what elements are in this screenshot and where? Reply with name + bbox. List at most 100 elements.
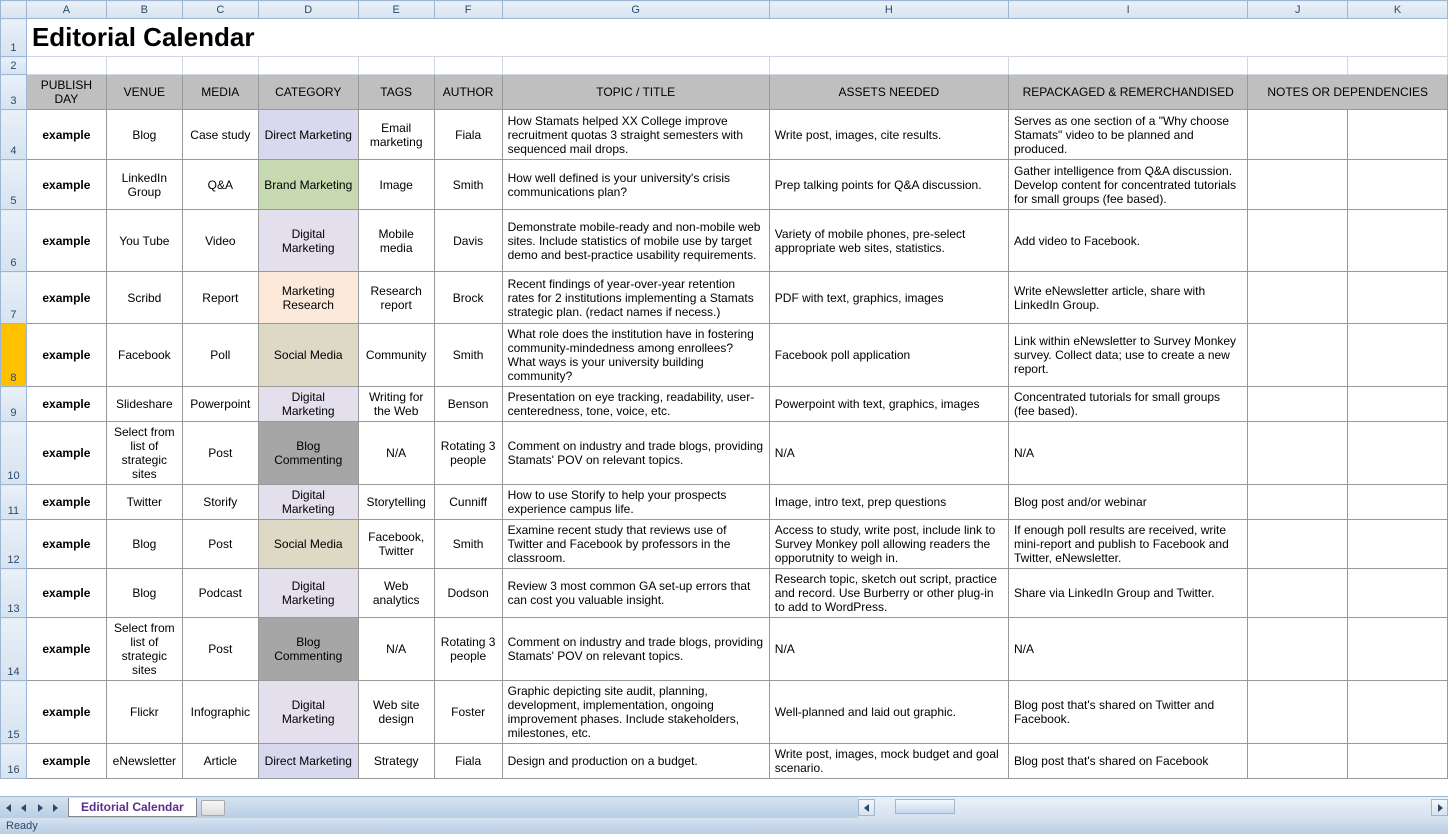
cell-repack-13[interactable]: Share via LinkedIn Group and Twitter. [1008, 569, 1247, 618]
cell-tags-6[interactable]: Mobile media [358, 210, 434, 272]
cell-topic-11[interactable]: How to use Storify to help your prospect… [502, 485, 769, 520]
cell-notes-5[interactable] [1248, 160, 1348, 210]
spreadsheet-grid[interactable]: ABCDEFGHIJK1Editorial Calendar23PUBLISH … [0, 0, 1448, 804]
cell-notes-6[interactable] [1248, 210, 1348, 272]
cell-topic-15[interactable]: Graphic depicting site audit, planning, … [502, 681, 769, 744]
cell-category-15[interactable]: Digital Marketing [258, 681, 358, 744]
cell-assets-15[interactable]: Well-planned and laid out graphic. [769, 681, 1008, 744]
cell-author-8[interactable]: Smith [434, 324, 502, 387]
cell-pub-10[interactable]: example [26, 422, 106, 485]
scroll-right-button[interactable] [1431, 799, 1448, 816]
row-header-3[interactable]: 3 [1, 75, 27, 110]
cell-k-6[interactable] [1348, 210, 1448, 272]
cell-assets-11[interactable]: Image, intro text, prep questions [769, 485, 1008, 520]
cell-category-10[interactable]: Blog Commenting [258, 422, 358, 485]
cell-assets-9[interactable]: Powerpoint with text, graphics, images [769, 387, 1008, 422]
cell-pub-16[interactable]: example [26, 744, 106, 779]
cell-tags-15[interactable]: Web site design [358, 681, 434, 744]
cell-notes-4[interactable] [1248, 110, 1348, 160]
cell-repack-4[interactable]: Serves as one section of a "Why choose S… [1008, 110, 1247, 160]
first-sheet-button[interactable] [0, 800, 16, 816]
cell-notes-16[interactable] [1248, 744, 1348, 779]
cell-topic-14[interactable]: Comment on industry and trade blogs, pro… [502, 618, 769, 681]
cell-author-7[interactable]: Brock [434, 272, 502, 324]
col-header-F[interactable]: F [434, 1, 502, 19]
cell-media-8[interactable]: Poll [182, 324, 258, 387]
cell-assets-7[interactable]: PDF with text, graphics, images [769, 272, 1008, 324]
row-header-7[interactable]: 7 [1, 272, 27, 324]
cell-category-5[interactable]: Brand Marketing [258, 160, 358, 210]
cell-category-11[interactable]: Digital Marketing [258, 485, 358, 520]
cell-media-14[interactable]: Post [182, 618, 258, 681]
cell-pub-15[interactable]: example [26, 681, 106, 744]
cell-pub-8[interactable]: example [26, 324, 106, 387]
cell-k-15[interactable] [1348, 681, 1448, 744]
row-header-10[interactable]: 10 [1, 422, 27, 485]
last-sheet-button[interactable] [48, 800, 64, 816]
cell-media-10[interactable]: Post [182, 422, 258, 485]
row-header-15[interactable]: 15 [1, 681, 27, 744]
row-header-14[interactable]: 14 [1, 618, 27, 681]
scroll-left-button[interactable] [858, 799, 875, 816]
cell-venue-6[interactable]: You Tube [106, 210, 182, 272]
new-sheet-button[interactable] [201, 800, 225, 816]
cell-tags-12[interactable]: Facebook, Twitter [358, 520, 434, 569]
cell-media-9[interactable]: Powerpoint [182, 387, 258, 422]
cell-k-12[interactable] [1348, 520, 1448, 569]
cell-author-4[interactable]: Fiala [434, 110, 502, 160]
cell-tags-10[interactable]: N/A [358, 422, 434, 485]
next-sheet-button[interactable] [32, 800, 48, 816]
cell-k-8[interactable] [1348, 324, 1448, 387]
cell-author-6[interactable]: Davis [434, 210, 502, 272]
cell-category-13[interactable]: Digital Marketing [258, 569, 358, 618]
cell-media-15[interactable]: Infographic [182, 681, 258, 744]
cell-category-8[interactable]: Social Media [258, 324, 358, 387]
cell-tags-8[interactable]: Community [358, 324, 434, 387]
cell-repack-5[interactable]: Gather intelligence from Q&A discussion.… [1008, 160, 1247, 210]
cell-pub-4[interactable]: example [26, 110, 106, 160]
hdr-tags[interactable]: TAGS [358, 75, 434, 110]
cell-category-12[interactable]: Social Media [258, 520, 358, 569]
cell-media-12[interactable]: Post [182, 520, 258, 569]
cell-author-14[interactable]: Rotating 3 people [434, 618, 502, 681]
cell-k-7[interactable] [1348, 272, 1448, 324]
col-header-B[interactable]: B [106, 1, 182, 19]
cell-repack-10[interactable]: N/A [1008, 422, 1247, 485]
cell-venue-15[interactable]: Flickr [106, 681, 182, 744]
cell-tags-16[interactable]: Strategy [358, 744, 434, 779]
cell-repack-7[interactable]: Write eNewsletter article, share with Li… [1008, 272, 1247, 324]
cell-assets-14[interactable]: N/A [769, 618, 1008, 681]
cell-topic-10[interactable]: Comment on industry and trade blogs, pro… [502, 422, 769, 485]
cell-pub-12[interactable]: example [26, 520, 106, 569]
hdr-media[interactable]: MEDIA [182, 75, 258, 110]
hdr-assets[interactable]: ASSETS NEEDED [769, 75, 1008, 110]
horizontal-scrollbar[interactable] [858, 796, 1448, 818]
cell-k-10[interactable] [1348, 422, 1448, 485]
cell-topic-6[interactable]: Demonstrate mobile-ready and non-mobile … [502, 210, 769, 272]
col-header-J[interactable]: J [1248, 1, 1348, 19]
cell-notes-15[interactable] [1248, 681, 1348, 744]
cell-topic-8[interactable]: What role does the institution have in f… [502, 324, 769, 387]
cell-venue-10[interactable]: Select from list of strategic sites [106, 422, 182, 485]
prev-sheet-button[interactable] [16, 800, 32, 816]
cell-author-9[interactable]: Benson [434, 387, 502, 422]
cell-pub-7[interactable]: example [26, 272, 106, 324]
cell-media-13[interactable]: Podcast [182, 569, 258, 618]
cell-pub-5[interactable]: example [26, 160, 106, 210]
cell-k-16[interactable] [1348, 744, 1448, 779]
cell-notes-8[interactable] [1248, 324, 1348, 387]
cell-category-7[interactable]: Marketing Research [258, 272, 358, 324]
cell-topic-16[interactable]: Design and production on a budget. [502, 744, 769, 779]
cell-tags-5[interactable]: Image [358, 160, 434, 210]
hdr-topic[interactable]: TOPIC / TITLE [502, 75, 769, 110]
cell-media-11[interactable]: Storify [182, 485, 258, 520]
cell-pub-13[interactable]: example [26, 569, 106, 618]
cell-assets-10[interactable]: N/A [769, 422, 1008, 485]
cell-author-16[interactable]: Fiala [434, 744, 502, 779]
cell-repack-9[interactable]: Concentrated tutorials for small groups … [1008, 387, 1247, 422]
cell-repack-8[interactable]: Link within eNewsletter to Survey Monkey… [1008, 324, 1247, 387]
cell-media-6[interactable]: Video [182, 210, 258, 272]
row-header-1[interactable]: 1 [1, 19, 27, 57]
cell-assets-16[interactable]: Write post, images, mock budget and goal… [769, 744, 1008, 779]
cell-notes-12[interactable] [1248, 520, 1348, 569]
